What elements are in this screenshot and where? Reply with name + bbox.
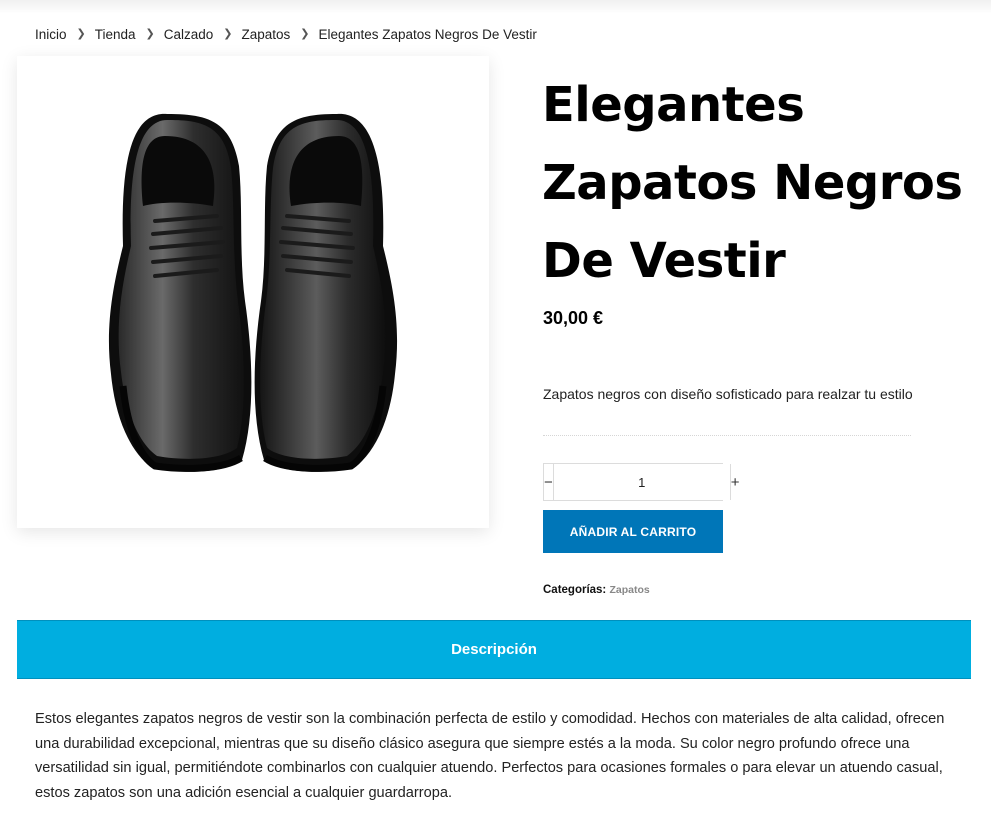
tab-description[interactable]: Descripción [451, 641, 537, 658]
breadcrumb-zapatos[interactable]: Zapatos [241, 27, 290, 42]
chevron-right-icon: ❯ [223, 28, 233, 40]
quantity-input[interactable] [552, 464, 731, 500]
quantity-stepper: − + [543, 463, 740, 501]
product-title: Elegantes Zapatos Negros De Vestir [542, 66, 972, 300]
product-title-line-1: Elegantes [542, 77, 805, 133]
chevron-right-icon: ❯ [76, 28, 86, 40]
plus-icon[interactable]: + [731, 464, 740, 500]
category-link[interactable]: Zapatos [609, 584, 649, 596]
chevron-right-icon: ❯ [145, 28, 155, 40]
categories-label: Categorías: [543, 584, 607, 596]
chevron-right-icon: ❯ [300, 28, 310, 40]
short-description: Zapatos negros con diseño sofisticado pa… [543, 386, 913, 402]
divider [543, 435, 911, 436]
product-description: Estos elegantes zapatos negros de vestir… [35, 711, 945, 801]
shoe-image [108, 113, 398, 472]
product-categories: Categorías: Zapatos [543, 584, 650, 596]
breadcrumb-inicio[interactable]: Inicio [35, 27, 67, 42]
breadcrumb-tienda[interactable]: Tienda [95, 27, 136, 42]
tab-bar: Descripción [17, 620, 971, 679]
breadcrumb-calzado[interactable]: Calzado [164, 27, 214, 42]
header-shadow [0, 0, 991, 14]
product-title-line-2: Zapatos Negros [542, 155, 963, 211]
minus-icon[interactable]: − [544, 464, 553, 500]
product-price: 30,00 € [543, 308, 604, 328]
breadcrumb-current: Elegantes Zapatos Negros De Vestir [318, 27, 537, 42]
product-image[interactable] [17, 56, 489, 528]
add-to-cart-button[interactable]: AÑADIR AL CARRITO [543, 510, 723, 553]
breadcrumb: Inicio ❯ Tienda ❯ Calzado ❯ Zapatos ❯ El… [35, 27, 537, 42]
product-title-line-3: De Vestir [542, 233, 786, 289]
